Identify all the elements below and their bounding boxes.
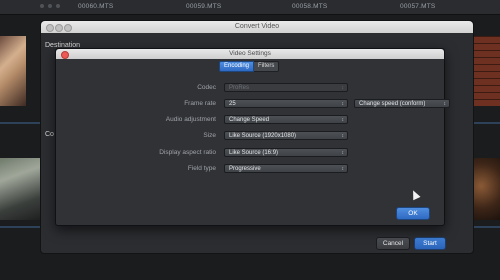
window-dot-icon bbox=[48, 4, 52, 8]
convert-video-titlebar: Convert Video bbox=[41, 21, 473, 33]
video-settings-title: Video Settings bbox=[229, 50, 271, 57]
display-aspect-ratio-select[interactable]: Like Source (16:9) ↕ bbox=[224, 148, 348, 157]
frame-rate-select[interactable]: 25 ↕ bbox=[224, 99, 348, 108]
chevron-updown-icon: ↕ bbox=[341, 117, 345, 123]
frame-rate-value: 25 bbox=[229, 101, 236, 107]
codec-value: ProRes bbox=[229, 85, 250, 91]
clip-label[interactable]: 00057.MTS bbox=[400, 3, 435, 10]
audio-adjustment-select[interactable]: Change Speed ↕ bbox=[224, 115, 348, 124]
clip-label[interactable]: 00060.MTS bbox=[78, 3, 113, 10]
zoom-window-icon[interactable] bbox=[64, 24, 72, 32]
display-aspect-ratio-label: Display aspect ratio bbox=[159, 149, 216, 156]
size-select[interactable]: Like Source (1920x1080) ↕ bbox=[224, 131, 348, 140]
close-icon[interactable] bbox=[61, 51, 69, 59]
chevron-updown-icon: ↕ bbox=[341, 166, 345, 172]
chevron-updown-icon: ↕ bbox=[341, 150, 345, 156]
convert-video-title: Convert Video bbox=[234, 23, 280, 30]
audio-adjustment-value: Change Speed bbox=[229, 117, 270, 123]
field-type-select[interactable]: Progressive ↕ bbox=[224, 164, 348, 173]
chevron-updown-icon: ↕ bbox=[341, 133, 345, 139]
frame-rate-label: Frame rate bbox=[184, 100, 216, 107]
video-settings-dialog: Video Settings Encoding Filters Codec Pr… bbox=[55, 48, 450, 226]
tab-filters[interactable]: Filters bbox=[254, 61, 280, 72]
codec-select[interactable]: ProRes ↕ bbox=[224, 83, 348, 92]
start-button[interactable]: Start bbox=[414, 237, 446, 250]
ok-button[interactable]: OK bbox=[396, 207, 430, 220]
audio-adjustment-label: Audio adjustment bbox=[165, 116, 216, 123]
codec-label: Codec bbox=[197, 84, 216, 91]
chevron-updown-icon: ↕ bbox=[443, 101, 447, 107]
size-value: Like Source (1920x1080) bbox=[229, 133, 297, 139]
window-dot-icon bbox=[56, 4, 60, 8]
video-thumbnail[interactable] bbox=[0, 36, 26, 106]
cancel-button[interactable]: Cancel bbox=[376, 237, 410, 250]
frame-rate-mode-value: Change speed (conform) bbox=[359, 101, 426, 107]
clip-label[interactable]: 00058.MTS bbox=[292, 3, 327, 10]
minimize-window-icon[interactable] bbox=[55, 24, 63, 32]
clip-label[interactable]: 00059.MTS bbox=[186, 3, 221, 10]
chevron-updown-icon: ↕ bbox=[341, 85, 345, 91]
video-settings-titlebar: Video Settings bbox=[56, 49, 444, 59]
section-label: Co bbox=[45, 131, 54, 138]
window-dot-icon bbox=[40, 4, 44, 8]
video-thumbnail[interactable] bbox=[0, 158, 42, 220]
size-label: Size bbox=[203, 132, 216, 139]
settings-tabs: Encoding Filters bbox=[219, 61, 280, 72]
field-type-label: Field type bbox=[187, 165, 216, 172]
tab-encoding[interactable]: Encoding bbox=[219, 61, 255, 72]
frame-rate-mode-select[interactable]: Change speed (conform) ↕ bbox=[354, 99, 450, 108]
clip-strip: 00060.MTS 00059.MTS 00058.MTS 00057.MTS bbox=[0, 0, 500, 15]
display-aspect-ratio-value: Like Source (16:9) bbox=[229, 150, 279, 156]
field-type-value: Progressive bbox=[229, 166, 261, 172]
chevron-updown-icon: ↕ bbox=[341, 101, 345, 107]
close-window-icon[interactable] bbox=[46, 24, 54, 32]
